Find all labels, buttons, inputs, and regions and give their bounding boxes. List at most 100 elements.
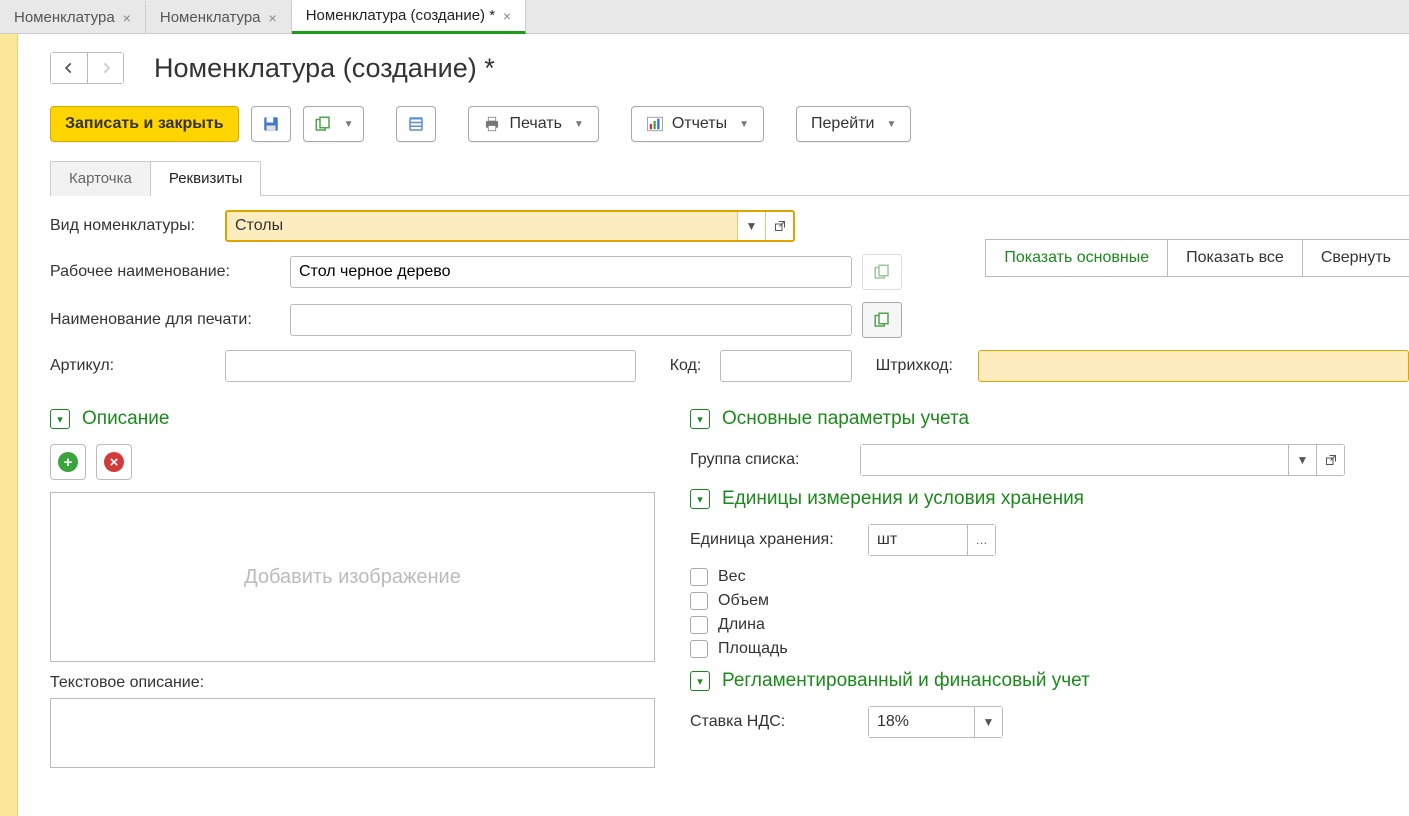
nav-back-button[interactable] — [51, 53, 87, 83]
article-row: Артикул: Код: Штрихкод: — [50, 350, 1409, 382]
open-icon — [774, 220, 786, 232]
right-column: ▾ Основные параметры учета Группа списка… — [690, 400, 1409, 772]
code-input[interactable] — [720, 350, 852, 382]
work-name-input[interactable] — [290, 256, 852, 288]
storage-unit-label: Единица хранения: — [690, 531, 858, 549]
left-column: ▾ Описание + × Добавить изображение Текс… — [50, 400, 660, 772]
tab-props[interactable]: Реквизиты — [150, 161, 262, 196]
tab-card[interactable]: Карточка — [50, 161, 151, 196]
image-placeholder-text: Добавить изображение — [244, 566, 461, 589]
length-row: Длина — [690, 616, 1409, 634]
arrow-right-icon — [99, 61, 113, 75]
arrow-left-icon — [62, 61, 76, 75]
app-tab-2[interactable]: Номенклатура (создание) * × — [292, 0, 527, 34]
storage-unit-row: Единица хранения: шт … — [690, 524, 1409, 556]
list-group-label: Группа списка: — [690, 451, 850, 469]
close-icon[interactable]: × — [123, 10, 131, 26]
open-icon — [1325, 454, 1337, 466]
list-group-row: Группа списка: ▼ — [690, 444, 1409, 476]
title-row: Номенклатура (создание) * — [50, 52, 1409, 84]
kind-open-button[interactable] — [765, 212, 793, 240]
save-button[interactable] — [251, 106, 291, 142]
app-tab-0[interactable]: Номенклатура × — [0, 1, 146, 33]
kind-label: Вид номенклатуры: — [50, 217, 215, 235]
section-description[interactable]: ▾ Описание — [50, 408, 660, 430]
view-toggle-group: Показать основные Показать все Свернуть — [985, 239, 1409, 277]
weight-checkbox[interactable] — [690, 568, 708, 586]
copy-icon — [873, 311, 891, 329]
app-tab-1[interactable]: Номенклатура × — [146, 1, 292, 33]
copy-down-button — [862, 254, 902, 290]
list-button[interactable] — [396, 106, 436, 142]
storage-unit-more-button[interactable]: … — [968, 524, 996, 556]
toolbar: Записать и закрыть ▼ Печать ▼ Отчеты ▼ П… — [50, 106, 1409, 142]
reports-button[interactable]: Отчеты ▼ — [631, 106, 764, 142]
barcode-input[interactable] — [978, 350, 1409, 382]
print-name-input[interactable] — [290, 304, 852, 336]
show-main-button[interactable]: Показать основные — [985, 239, 1167, 277]
copy-icon — [314, 115, 332, 133]
section-main-params-label: Основные параметры учета — [722, 408, 969, 430]
list-icon — [407, 115, 425, 133]
text-description-input[interactable] — [50, 698, 655, 768]
volume-label: Объем — [718, 592, 769, 610]
barcode-label: Штрихкод: — [876, 357, 968, 375]
chevron-down-icon: ▼ — [574, 119, 584, 130]
printer-icon — [483, 115, 501, 133]
close-icon[interactable]: × — [503, 8, 511, 24]
length-checkbox[interactable] — [690, 616, 708, 634]
section-main-params[interactable]: ▾ Основные параметры учета — [690, 408, 1409, 430]
kind-dropdown-button[interactable]: ▼ — [737, 212, 765, 240]
area-row: Площадь — [690, 640, 1409, 658]
code-label: Код: — [670, 357, 710, 375]
chevron-down-icon: ▾ — [50, 409, 70, 429]
article-input[interactable] — [225, 350, 636, 382]
kind-value: Столы — [227, 212, 737, 240]
list-group-open-button[interactable] — [1317, 444, 1345, 476]
vat-combo[interactable]: 18% ▼ — [868, 706, 1003, 738]
chevron-down-icon: ▾ — [690, 671, 710, 691]
chevron-down-icon: ▼ — [886, 119, 896, 130]
work-name-label: Рабочее наименование: — [50, 263, 280, 281]
kind-combo[interactable]: Столы ▼ — [225, 210, 795, 242]
reports-label: Отчеты — [672, 115, 727, 133]
remove-image-button[interactable]: × — [96, 444, 132, 480]
write-close-button[interactable]: Записать и закрыть — [50, 106, 239, 142]
form: Вид номенклатуры: Столы ▼ Рабочее наимен… — [50, 210, 1409, 772]
inner-tab-strip: Карточка Реквизиты — [50, 160, 1409, 196]
cross-icon: × — [104, 452, 124, 472]
collapse-button[interactable]: Свернуть — [1302, 239, 1409, 277]
add-image-button[interactable]: + — [50, 444, 86, 480]
image-drop-zone[interactable]: Добавить изображение — [50, 492, 655, 662]
area-checkbox[interactable] — [690, 640, 708, 658]
section-reg-fin[interactable]: ▾ Регламентированный и финансовый учет — [690, 670, 1409, 692]
storage-unit-combo[interactable]: шт … — [868, 524, 996, 556]
list-group-dropdown-button[interactable]: ▼ — [1289, 444, 1317, 476]
chevron-down-icon: ▼ — [739, 119, 749, 130]
storage-unit-value: шт — [868, 524, 968, 556]
nav-forward-button[interactable] — [87, 53, 123, 83]
nav-buttons — [50, 52, 124, 84]
show-all-button[interactable]: Показать все — [1167, 239, 1302, 277]
list-group-value — [860, 444, 1289, 476]
chevron-down-icon: ▼ — [344, 119, 354, 130]
chevron-down-icon: ▾ — [690, 489, 710, 509]
kind-row: Вид номенклатуры: Столы ▼ — [50, 210, 1409, 242]
area-label: Площадь — [718, 640, 788, 658]
columns: ▾ Описание + × Добавить изображение Текс… — [50, 400, 1409, 772]
copy-up-button[interactable] — [862, 302, 902, 338]
section-units[interactable]: ▾ Единицы измерения и условия хранения — [690, 488, 1409, 510]
volume-checkbox[interactable] — [690, 592, 708, 610]
left-accent-strip — [0, 34, 18, 816]
section-reg-fin-label: Регламентированный и финансовый учет — [722, 670, 1090, 692]
description-tools: + × — [50, 444, 660, 480]
navigate-button[interactable]: Перейти ▼ — [796, 106, 911, 142]
close-icon[interactable]: × — [269, 10, 277, 26]
article-label: Артикул: — [50, 357, 215, 375]
copy-button[interactable]: ▼ — [303, 106, 365, 142]
page-title: Номенклатура (создание) * — [154, 53, 495, 84]
vat-dropdown-button[interactable]: ▼ — [975, 706, 1003, 738]
list-group-combo[interactable]: ▼ — [860, 444, 1345, 476]
print-button[interactable]: Печать ▼ — [468, 106, 598, 142]
chart-icon — [646, 115, 664, 133]
